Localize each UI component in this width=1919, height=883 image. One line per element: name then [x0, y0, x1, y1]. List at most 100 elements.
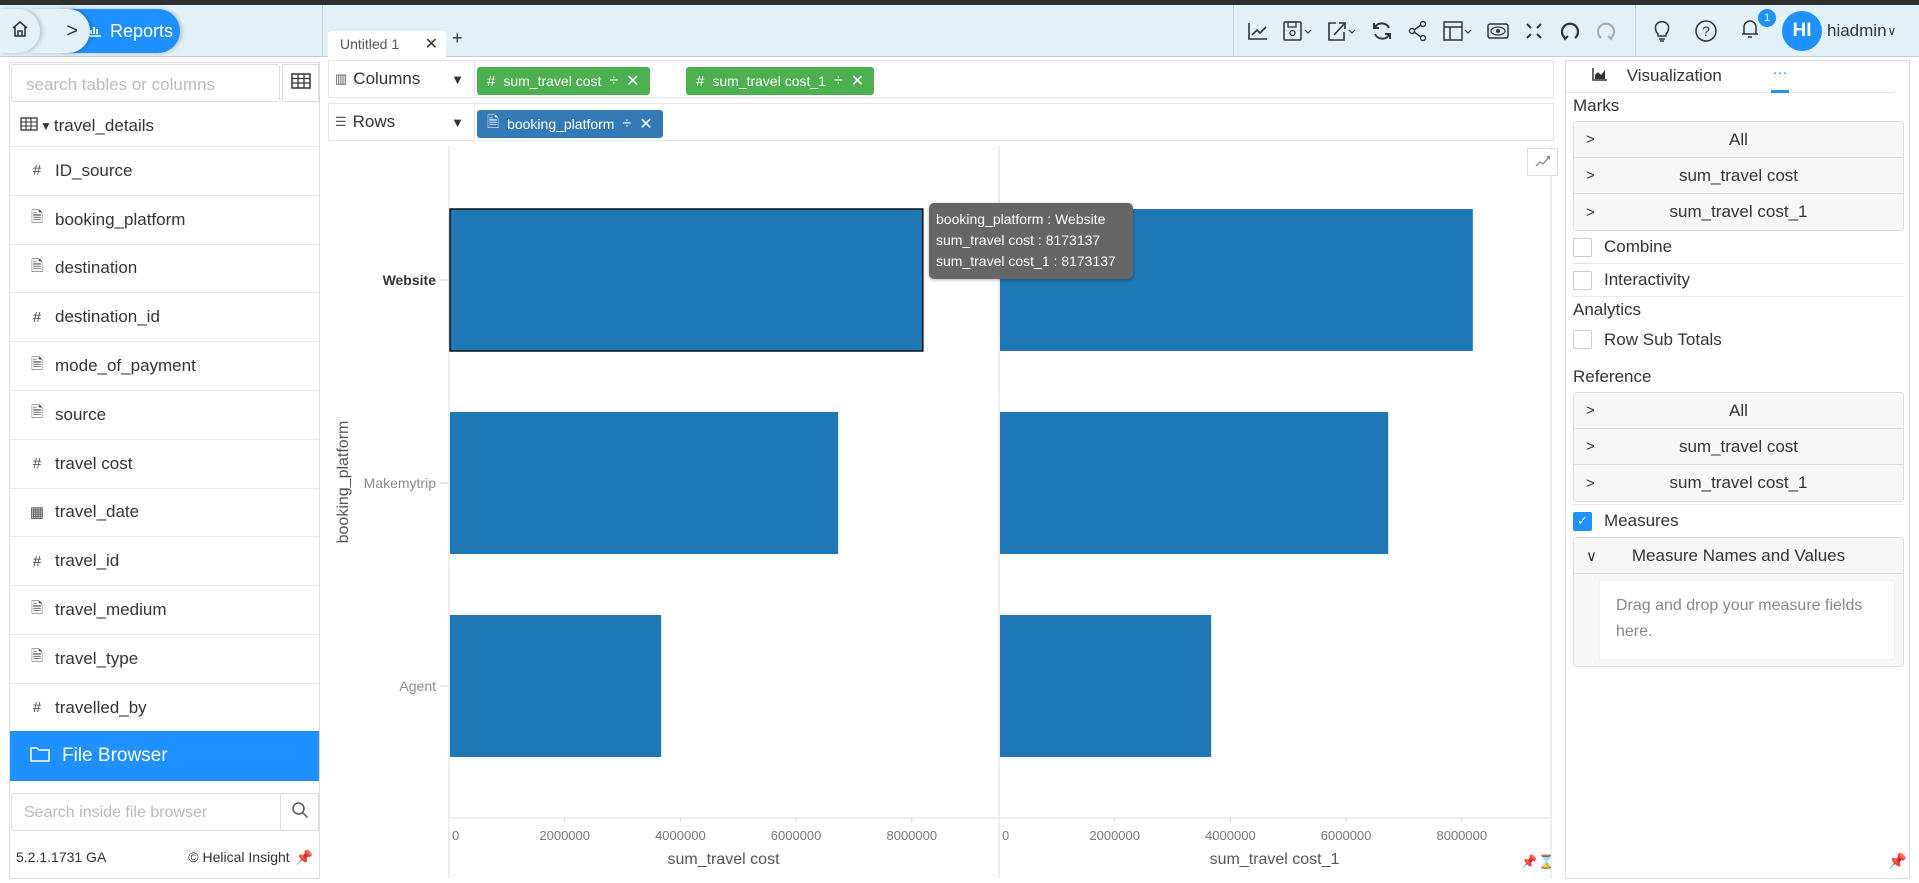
pin-icon[interactable]: 📌 — [1888, 852, 1907, 870]
add-tab-button[interactable]: + — [452, 28, 463, 49]
table-travel-details[interactable]: ▼ travel_details — [10, 105, 319, 147]
caret-down-icon[interactable]: ▼ — [451, 72, 464, 87]
reference-item[interactable]: > sum_travel cost — [1574, 429, 1903, 465]
toolbar-divider-2 — [1635, 5, 1636, 57]
numeric-icon: # — [32, 552, 42, 570]
reference-title: Reference — [1573, 367, 1652, 386]
help-icon[interactable]: ? — [1684, 11, 1728, 51]
close-icon[interactable]: ✕ — [425, 34, 438, 54]
field-item[interactable]: 🗎 source — [10, 391, 319, 440]
field-item[interactable]: 🗎 travel_medium — [10, 586, 319, 635]
field-name: ID_source — [55, 160, 133, 180]
rows-label[interactable]: ☰ Rows ▼ — [329, 104, 475, 140]
toolbar — [1240, 5, 1624, 57]
columns-label[interactable]: ▥ Columns ▼ — [329, 61, 475, 97]
measure-names-header[interactable]: ∨ Measure Names and Values — [1574, 538, 1903, 574]
save-icon[interactable] — [1276, 11, 1320, 51]
field-name: travel_type — [55, 648, 139, 668]
version-label: 5.2.1.1731 GA — [16, 849, 107, 865]
column-pill[interactable]: # sum_travel cost_1 ÷ ✕ — [686, 67, 875, 95]
chart-icon[interactable] — [1240, 11, 1276, 51]
field-item[interactable]: ▦ travel_date — [10, 489, 319, 538]
interactivity-option[interactable]: Interactivity — [1573, 264, 1904, 297]
file-browser-label: File Browser — [62, 745, 168, 766]
tab-label: Untitled 1 — [340, 36, 400, 52]
field-name: destination — [55, 258, 138, 278]
remove-icon[interactable]: ✕ — [626, 71, 639, 91]
tab-more[interactable]: ··· — [1771, 64, 1789, 93]
search-tables-input[interactable]: search tables or columns — [11, 64, 280, 102]
marks-item[interactable]: > sum_travel cost — [1574, 158, 1903, 194]
trend-button[interactable] — [1527, 148, 1558, 176]
sort-icon[interactable]: ÷ — [622, 115, 631, 133]
field-item[interactable]: # travel cost — [10, 440, 319, 489]
field-name: mode_of_payment — [55, 356, 196, 376]
field-item[interactable]: # travelled_by — [10, 684, 319, 733]
column-pill[interactable]: # sum_travel cost ÷ ✕ — [477, 67, 650, 95]
measure-names-accordion: ∨ Measure Names and Values Drag and drop … — [1573, 537, 1904, 667]
measures-option[interactable]: ✓ Measures — [1573, 504, 1904, 537]
reference-item[interactable]: > sum_travel cost_1 — [1574, 465, 1903, 501]
pin-icon[interactable]: 📌 — [296, 849, 313, 865]
tab-untitled-1[interactable]: Untitled 1 ✕ — [328, 31, 446, 57]
interactivity-checkbox[interactable] — [1573, 270, 1592, 290]
x-tick-label: 2000000 — [539, 828, 590, 843]
sort-icon[interactable]: ÷ — [609, 72, 618, 90]
combine-option[interactable]: Combine — [1573, 231, 1904, 264]
marks-item[interactable]: > All — [1574, 122, 1903, 158]
x-tick-label: 8000000 — [1436, 828, 1487, 843]
row-pill[interactable]: 🗎 booking_platform ÷ ✕ — [477, 110, 663, 138]
tab-visualization[interactable]: Visualization — [1592, 66, 1722, 86]
field-item[interactable]: # destination_id — [10, 293, 319, 343]
x-axis-label: sum_travel cost — [667, 851, 780, 868]
table-icon — [20, 116, 38, 136]
redo-icon[interactable] — [1588, 11, 1624, 51]
field-item[interactable]: 🗎 destination — [10, 245, 319, 294]
avatar[interactable]: HI — [1782, 11, 1822, 51]
caret-down-icon[interactable]: ▼ — [451, 115, 464, 130]
field-item[interactable]: # ID_source — [10, 147, 319, 196]
pin-icon: 📌 — [1521, 853, 1537, 870]
measures-checkbox[interactable]: ✓ — [1573, 511, 1592, 531]
file-browser-button[interactable]: File Browser — [10, 731, 319, 781]
table-view-button[interactable] — [282, 64, 319, 102]
measure-dropzone[interactable]: Drag and drop your measure fields here. — [1599, 580, 1895, 660]
panel-tabs: Visualization ··· — [1566, 61, 1894, 93]
marks-item[interactable]: > sum_travel cost_1 — [1574, 194, 1903, 230]
grid-icon — [290, 72, 311, 94]
numeric-icon: # — [487, 72, 496, 90]
combine-checkbox[interactable] — [1573, 237, 1592, 257]
share-icon[interactable] — [1400, 11, 1436, 51]
bar — [450, 412, 839, 554]
remove-icon[interactable]: ✕ — [639, 114, 652, 134]
sort-icon[interactable]: ÷ — [834, 72, 843, 90]
row-sub-totals-option[interactable]: Row Sub Totals — [1573, 323, 1904, 356]
layout-icon[interactable] — [1436, 11, 1480, 51]
text-field-icon: 🗎 — [30, 404, 44, 422]
chevron-down-icon[interactable]: ∨ — [1888, 24, 1897, 38]
field-item[interactable]: # travel_id — [10, 537, 319, 587]
search-button[interactable] — [280, 793, 319, 831]
file-search-input[interactable]: Search inside file browser — [11, 793, 281, 831]
reference-item[interactable]: > All — [1574, 393, 1903, 429]
field-name: travel_id — [55, 551, 120, 571]
field-item[interactable]: 🗎 mode_of_payment — [10, 342, 319, 391]
text-field-icon: 🗎 — [487, 113, 500, 131]
field-item[interactable]: 🗎 travel_type — [10, 635, 319, 684]
numeric-icon: # — [32, 455, 42, 473]
row-sub-totals-checkbox[interactable] — [1573, 330, 1592, 349]
export-icon[interactable] — [1320, 11, 1364, 51]
preview-icon[interactable] — [1480, 11, 1516, 51]
remove-icon[interactable]: ✕ — [851, 71, 864, 91]
lightbulb-icon[interactable] — [1640, 11, 1684, 51]
x-tick-label: 4000000 — [655, 828, 706, 843]
table-name: travel_details — [53, 115, 155, 135]
category-label: Agent — [399, 678, 436, 694]
field-item[interactable]: 🗎 booking_platform — [10, 196, 319, 245]
svg-text:?: ? — [1702, 23, 1710, 39]
undo-icon[interactable] — [1552, 11, 1588, 51]
columns-shelf: ▥ Columns ▼ # sum_travel cost ÷ ✕ # sum_… — [328, 60, 1554, 98]
user-name[interactable]: hiadmin — [1827, 21, 1887, 41]
refresh-icon[interactable] — [1364, 11, 1400, 51]
fullscreen-icon[interactable] — [1516, 11, 1552, 51]
